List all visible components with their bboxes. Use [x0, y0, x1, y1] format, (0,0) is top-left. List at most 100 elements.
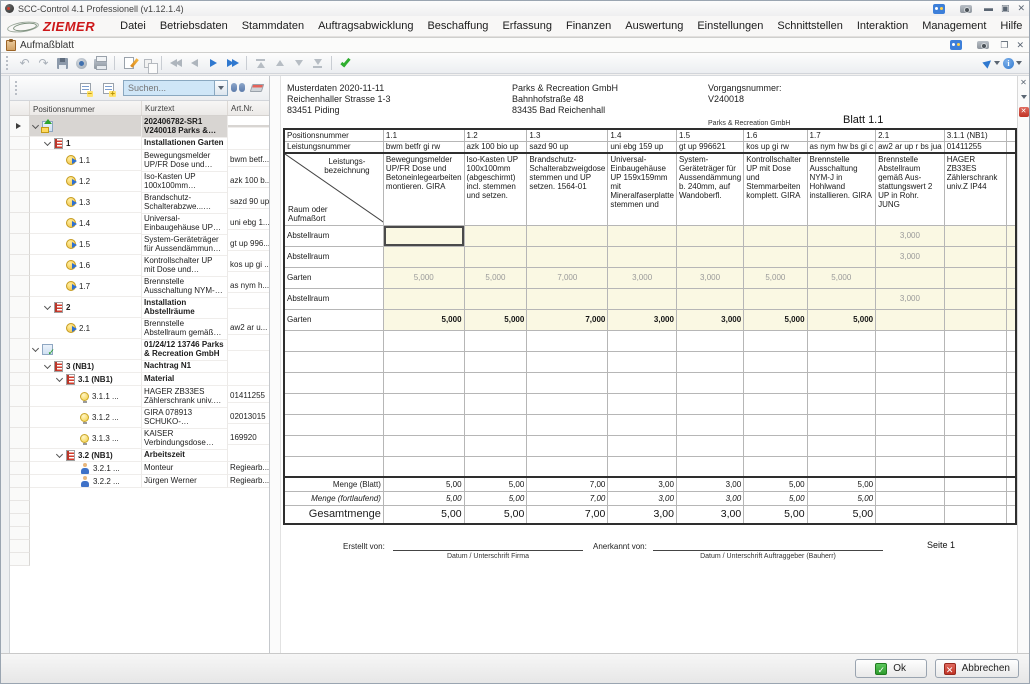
qty-cell[interactable]	[876, 309, 945, 330]
menu-stammdaten[interactable]: Stammdaten	[235, 17, 311, 35]
dock-caret-icon[interactable]	[1021, 95, 1027, 99]
qty-cell[interactable]: 5,000	[383, 309, 464, 330]
remote-support-icon[interactable]	[946, 37, 965, 54]
qty-cell[interactable]: 5,000	[464, 267, 527, 288]
move-top-button[interactable]	[251, 55, 270, 72]
menu-auftragsabwicklung[interactable]: Auftragsabwicklung	[311, 17, 420, 35]
menu-finanzen[interactable]: Finanzen	[559, 17, 618, 35]
previous-record-button[interactable]	[185, 55, 204, 72]
tree-row-section[interactable]: 2 Installation Abstellräume	[10, 297, 269, 318]
save-button[interactable]	[53, 55, 72, 72]
qty-cell[interactable]	[744, 288, 807, 309]
tree-row-position[interactable]: 1.4 Universal-Einbaugehäuse UP 159x159mm…	[10, 213, 269, 234]
tree-row-labor[interactable]: 3.2.2 ... Jürgen Werner Regiearb...	[10, 475, 269, 488]
tree-row-order[interactable]: 01/24/12 13746 Parks & Recreation GmbH	[10, 339, 269, 360]
tree-row-material[interactable]: 3.1.1 ... HAGER ZB33ES Zählerschrank uni…	[10, 386, 269, 407]
qty-cell[interactable]	[744, 246, 807, 267]
qty-cell[interactable]: 3,000	[608, 267, 677, 288]
qty-cell[interactable]: 5,000	[744, 267, 807, 288]
expand-caret[interactable]	[44, 361, 51, 368]
menu-auswertung[interactable]: Auswertung	[618, 17, 690, 35]
tree-row-section[interactable]: 3 (NB1) Nachtrag N1	[10, 360, 269, 373]
qty-cell[interactable]	[676, 246, 743, 267]
menu-schnittstellen[interactable]: Schnittstellen	[770, 17, 849, 35]
qty-cell[interactable]	[944, 288, 1007, 309]
tree-row-project[interactable]: 202406782-SR1 V240018 Parks & Recreation…	[10, 116, 269, 137]
menu-interaktion[interactable]: Interaktion	[850, 17, 915, 35]
tree-row-material[interactable]: 3.1.3 ... KAISER Verbindungsdose IP2X 10…	[10, 428, 269, 449]
tree-row-section[interactable]: 3.2 (NB1) Arbeitszeit	[10, 449, 269, 462]
qty-cell[interactable]	[527, 225, 608, 246]
tree-row-position[interactable]: 1.1 Bewegungsmelder UP/FR Dose und Beton…	[10, 150, 269, 171]
qty-cell[interactable]: 3,000	[676, 309, 743, 330]
qty-cell[interactable]: 3,000	[608, 309, 677, 330]
copy-sheet-button[interactable]	[138, 55, 157, 72]
preview-button[interactable]	[72, 55, 91, 72]
menu-datei[interactable]: Datei	[113, 17, 153, 35]
qty-cell[interactable]	[464, 225, 527, 246]
menu-erfassung[interactable]: Erfassung	[495, 17, 559, 35]
qty-cell[interactable]: 5,000	[807, 309, 876, 330]
qty-cell[interactable]: 3,000	[676, 267, 743, 288]
tree-row-material[interactable]: 3.1.2 ... GIRA 078913 SCHUKO-DREIFACHSTE…	[10, 407, 269, 428]
menu-beschaffung[interactable]: Beschaffung	[420, 17, 495, 35]
edit-sheet-button[interactable]	[119, 55, 138, 72]
qty-cell[interactable]: 7,000	[527, 309, 608, 330]
qty-cell[interactable]: 3,000	[876, 288, 945, 309]
collapse-tree-button[interactable]	[76, 80, 95, 97]
tree-col-kurztext[interactable]: Kurztext	[142, 101, 228, 115]
qty-cell[interactable]	[383, 288, 464, 309]
screenshot-icon[interactable]	[957, 0, 976, 17]
jump-to-button[interactable]	[982, 55, 1001, 72]
qty-cell[interactable]: 5,000	[383, 267, 464, 288]
qty-cell[interactable]	[876, 267, 945, 288]
dock-cancel-icon[interactable]: ✕	[1019, 107, 1029, 117]
move-down-button[interactable]	[289, 55, 308, 72]
close-button[interactable]: ✕	[1017, 4, 1025, 13]
qty-cell[interactable]	[676, 225, 743, 246]
menu-betriebsdaten[interactable]: Betriebsdaten	[153, 17, 235, 35]
qty-cell[interactable]	[676, 288, 743, 309]
qty-cell[interactable]	[608, 246, 677, 267]
qty-cell[interactable]	[944, 309, 1007, 330]
search-input[interactable]	[123, 80, 215, 96]
tree-col-artnr[interactable]: Art.Nr.	[228, 101, 269, 115]
expand-caret[interactable]	[44, 138, 51, 145]
menu-management[interactable]: Management	[915, 17, 993, 35]
qty-cell[interactable]	[807, 246, 876, 267]
tree-row-position[interactable]: 1.3 Brandschutz-Schalterabzwe... stemmen…	[10, 192, 269, 213]
tree-col-positionsnummer[interactable]: Positionsnummer	[30, 101, 142, 115]
qty-cell[interactable]	[944, 225, 1007, 246]
info-button[interactable]: i	[1003, 55, 1022, 72]
find-button[interactable]	[228, 80, 247, 97]
minimize-button[interactable]: ▬	[984, 4, 993, 13]
qty-cell[interactable]	[464, 246, 527, 267]
qty-cell[interactable]	[807, 288, 876, 309]
qty-cell[interactable]	[527, 246, 608, 267]
qty-cell[interactable]	[944, 267, 1007, 288]
cancel-button[interactable]: ✕ Abbrechen	[935, 659, 1019, 678]
tree-row-position[interactable]: 2.1 Brennstelle Abstellraum gemäß Aus- s…	[10, 318, 269, 339]
tree-row-section[interactable]: 3.1 (NB1) Material	[10, 373, 269, 386]
qty-cell[interactable]	[527, 288, 608, 309]
clear-search-button[interactable]	[247, 80, 266, 97]
tree-row-position[interactable]: 1.2 Iso-Kasten UP 100x100mm (abgeschirmt…	[10, 171, 269, 192]
qty-cell[interactable]: 5,000	[807, 267, 876, 288]
redo-button[interactable]: ↷	[34, 55, 53, 72]
confirm-button[interactable]	[336, 55, 355, 72]
restore-button[interactable]: ❐	[1000, 41, 1008, 50]
tree-row-position[interactable]: 1.7 Brennstelle Ausschaltung NYM-J in Ho…	[10, 276, 269, 297]
qty-cell[interactable]	[383, 246, 464, 267]
first-record-button[interactable]	[166, 55, 185, 72]
expand-caret[interactable]	[56, 374, 63, 381]
move-up-button[interactable]	[270, 55, 289, 72]
expand-caret[interactable]	[32, 344, 39, 351]
menu-hilfe[interactable]: Hilfe	[993, 17, 1029, 35]
print-button[interactable]	[91, 55, 110, 72]
qty-cell[interactable]	[464, 288, 527, 309]
qty-cell[interactable]	[944, 246, 1007, 267]
qty-cell[interactable]: 5,000	[744, 309, 807, 330]
qty-cell[interactable]	[608, 288, 677, 309]
last-record-button[interactable]	[223, 55, 242, 72]
search-dropdown-button[interactable]	[215, 80, 228, 96]
